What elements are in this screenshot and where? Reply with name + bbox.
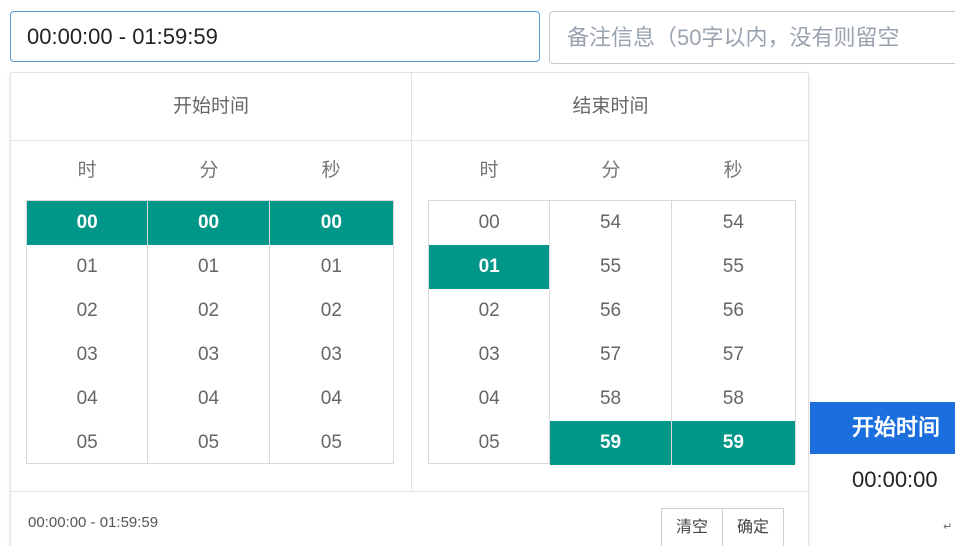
time-option[interactable]: 00 bbox=[269, 201, 394, 245]
end-second-unit: 秒 bbox=[723, 160, 743, 181]
time-option[interactable]: 58 bbox=[672, 377, 795, 421]
time-option[interactable]: 58 bbox=[550, 377, 670, 421]
start-hour-unit: 时 bbox=[77, 160, 97, 181]
end-minute-column[interactable]: 54 55 56 57 58 59 bbox=[550, 201, 672, 465]
start-time-title: 开始时间 bbox=[11, 73, 411, 141]
footer-buttons: 清空 确定 bbox=[661, 508, 785, 546]
time-option[interactable]: 55 bbox=[550, 245, 670, 289]
time-option[interactable]: 03 bbox=[148, 333, 268, 377]
start-time-grid: 00 01 02 03 04 05 00 01 02 03 04 05 00 01 02 03 04 05 bbox=[26, 200, 394, 464]
time-option[interactable]: 02 bbox=[148, 289, 268, 333]
time-option[interactable]: 02 bbox=[27, 289, 147, 333]
start-unit-row: 时 分 秒 bbox=[11, 141, 411, 199]
time-option[interactable]: 59 bbox=[671, 421, 796, 465]
time-option[interactable]: 54 bbox=[672, 201, 795, 245]
time-option[interactable]: 05 bbox=[270, 421, 393, 465]
time-option[interactable]: 01 bbox=[270, 245, 393, 289]
confirm-button[interactable]: 确定 bbox=[723, 508, 785, 546]
picker-footer: 00:00:00 - 01:59:59 清空 确定 bbox=[11, 491, 808, 546]
time-option[interactable]: 00 bbox=[27, 201, 148, 245]
start-second-unit: 秒 bbox=[321, 160, 341, 181]
end-unit-row: 时 分 秒 bbox=[412, 141, 809, 199]
remark-input[interactable]: 备注信息（50字以内，没有则留空 bbox=[549, 11, 955, 64]
time-option[interactable]: 02 bbox=[270, 289, 393, 333]
end-second-column[interactable]: 54 55 56 57 58 59 bbox=[671, 201, 796, 465]
time-option[interactable]: 05 bbox=[148, 421, 268, 465]
time-option[interactable]: 05 bbox=[27, 421, 147, 465]
time-option[interactable]: 02 bbox=[429, 289, 549, 333]
time-option[interactable]: 01 bbox=[148, 245, 268, 289]
time-option[interactable]: 03 bbox=[270, 333, 393, 377]
paragraph-return-icon: ↵ bbox=[943, 521, 953, 533]
time-option[interactable]: 59 bbox=[550, 421, 671, 465]
time-option[interactable]: 55 bbox=[672, 245, 795, 289]
time-option[interactable]: 00 bbox=[148, 201, 269, 245]
time-option[interactable]: 04 bbox=[148, 377, 268, 421]
end-time-panel: 结束时间 时 分 秒 00 01 02 03 04 05 54 55 56 57 58 59 54 5… bbox=[411, 73, 809, 491]
end-time-title: 结束时间 bbox=[412, 73, 809, 141]
start-minute-column[interactable]: 00 01 02 03 04 05 bbox=[148, 201, 270, 465]
time-range-picker: 开始时间 时 分 秒 00 01 02 03 04 05 00 01 02 03 04 05 00 0… bbox=[10, 72, 809, 546]
selected-range-text: 00:00:00 - 01:59:59 bbox=[28, 514, 159, 531]
time-option[interactable]: 03 bbox=[27, 333, 147, 377]
time-option[interactable]: 05 bbox=[429, 421, 549, 465]
time-option[interactable]: 01 bbox=[27, 245, 147, 289]
time-option[interactable]: 54 bbox=[550, 201, 670, 245]
time-option[interactable]: 00 bbox=[429, 201, 549, 245]
clear-button[interactable]: 清空 bbox=[661, 508, 724, 546]
time-option[interactable]: 56 bbox=[550, 289, 670, 333]
time-option[interactable]: 04 bbox=[429, 377, 549, 421]
end-time-grid: 00 01 02 03 04 05 54 55 56 57 58 59 54 55 56 57 58 59 bbox=[428, 200, 796, 465]
time-option[interactable]: 03 bbox=[429, 333, 549, 377]
end-hour-column[interactable]: 00 01 02 03 04 05 bbox=[429, 201, 551, 465]
start-hour-column[interactable]: 00 01 02 03 04 05 bbox=[27, 201, 149, 465]
time-option[interactable]: 04 bbox=[270, 377, 393, 421]
table-header-start-time: 开始时间 bbox=[810, 402, 955, 454]
end-minute-unit: 分 bbox=[601, 160, 621, 181]
time-option[interactable]: 04 bbox=[27, 377, 147, 421]
time-option[interactable]: 56 bbox=[672, 289, 795, 333]
table-cell-start-time: 00:00:00 bbox=[852, 467, 938, 492]
start-minute-unit: 分 bbox=[199, 160, 219, 181]
time-option[interactable]: 57 bbox=[672, 333, 795, 377]
start-time-panel: 开始时间 时 分 秒 00 01 02 03 04 05 00 01 02 03 04 05 00 0… bbox=[11, 73, 411, 491]
time-option[interactable]: 01 bbox=[429, 245, 550, 289]
time-range-input[interactable]: 00:00:00 - 01:59:59 bbox=[10, 11, 540, 62]
start-second-column[interactable]: 00 01 02 03 04 05 bbox=[269, 201, 394, 465]
end-hour-unit: 时 bbox=[479, 160, 499, 181]
page: 00:00:00 - 01:59:59 备注信息（50字以内，没有则留空 开始时… bbox=[0, 0, 955, 546]
time-option[interactable]: 57 bbox=[550, 333, 670, 377]
